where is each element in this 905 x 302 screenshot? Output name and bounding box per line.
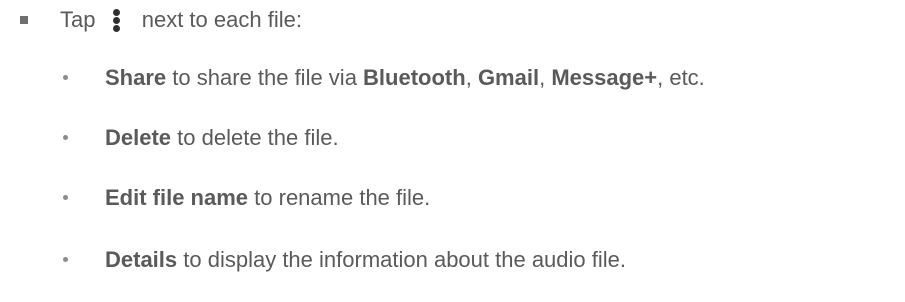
list-item-edit-file-name: Edit file name to rename the file. [105, 184, 430, 212]
more-vertical-icon [112, 6, 122, 34]
gmail-term: Gmail [477, 65, 540, 90]
delete-term: Delete [105, 125, 172, 150]
square-bullet [20, 16, 28, 24]
tap-suffix: next to each file: [141, 7, 302, 32]
share-tail: , etc. [657, 65, 705, 90]
delete-text: to delete the file. [171, 125, 339, 150]
bluetooth-term: Bluetooth [363, 65, 466, 90]
details-term: Details [105, 247, 178, 272]
list-item-delete: Delete to delete the file. [105, 124, 339, 152]
details-text: to display the information about the aud… [177, 247, 626, 272]
list-bullet [63, 257, 68, 262]
message-plus-term: Message+ [551, 65, 658, 90]
list-item-details: Details to display the information about… [105, 246, 626, 274]
tap-label: Tap [60, 7, 96, 32]
list-item-share: Share to share the file via Bluetooth, G… [105, 64, 705, 92]
share-term: Share [105, 65, 167, 90]
separator: , [539, 65, 552, 90]
tap-instruction: Tap next to each file: [60, 6, 302, 34]
edit-file-name-term: Edit file name [105, 185, 249, 210]
separator: , [465, 65, 478, 90]
instruction-block: Tap next to each file: Share to share th… [0, 0, 905, 302]
edit-file-name-text: to rename the file. [248, 185, 431, 210]
list-bullet [63, 195, 68, 200]
share-text: to share the file via [166, 65, 364, 90]
list-bullet [63, 75, 68, 80]
list-bullet [63, 135, 68, 140]
